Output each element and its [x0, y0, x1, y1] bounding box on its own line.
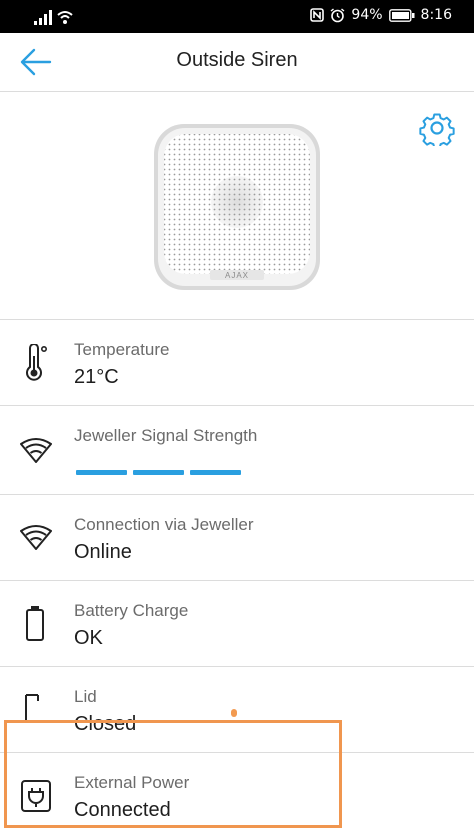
row-label: Battery Charge — [74, 601, 189, 620]
row-label: Connection via Jeweller — [74, 515, 254, 534]
nfc-icon — [310, 8, 325, 22]
row-label: External Power — [74, 773, 190, 792]
status-right: 94% 8:16 — [310, 7, 452, 23]
power-plug-icon — [21, 780, 51, 812]
row-lid[interactable]: Lid Closed — [0, 667, 474, 753]
wifi-icon — [57, 11, 73, 19]
battery-icon — [26, 606, 44, 641]
clock: 8:16 — [420, 7, 452, 23]
row-label: Temperature — [74, 340, 170, 359]
row-value: 21°C — [74, 366, 119, 388]
row-value: Connected — [74, 799, 171, 821]
brand-mark: AJAX — [225, 271, 249, 280]
thermometer-icon — [26, 344, 47, 381]
siren-device-image: AJAX — [154, 124, 320, 290]
row-temperature[interactable]: Temperature 21°C — [0, 320, 474, 406]
jeweller-signal-icon — [20, 525, 52, 550]
row-external-power[interactable]: External Power Connected — [0, 753, 474, 833]
status-bar: 94% 8:16 — [0, 0, 474, 33]
page-title: Outside Siren — [176, 49, 298, 71]
row-value: Online — [74, 541, 132, 563]
row-label: Lid — [74, 687, 97, 706]
app-bar: Outside Siren — [0, 33, 474, 92]
signal-bar — [76, 470, 127, 475]
gear-icon[interactable] — [419, 110, 455, 146]
battery-percent: 94% — [351, 7, 383, 23]
alarm-icon — [330, 7, 345, 22]
jeweller-signal-icon — [20, 438, 52, 463]
lid-icon — [25, 694, 39, 723]
signal-icon — [34, 10, 73, 25]
row-connection[interactable]: Connection via Jeweller Online — [0, 495, 474, 581]
signal-bar — [133, 470, 184, 475]
battery-icon — [388, 8, 415, 22]
row-value: OK — [74, 627, 103, 649]
row-signal-strength[interactable]: Jeweller Signal Strength — [0, 406, 474, 495]
row-value: Closed — [74, 713, 137, 735]
row-label: Jeweller Signal Strength — [74, 426, 258, 445]
signal-bar — [190, 470, 241, 475]
device-header: AJAX — [0, 92, 474, 320]
signal-bars — [76, 470, 241, 475]
touch-indicator — [231, 709, 237, 717]
row-battery[interactable]: Battery Charge OK — [0, 581, 474, 667]
